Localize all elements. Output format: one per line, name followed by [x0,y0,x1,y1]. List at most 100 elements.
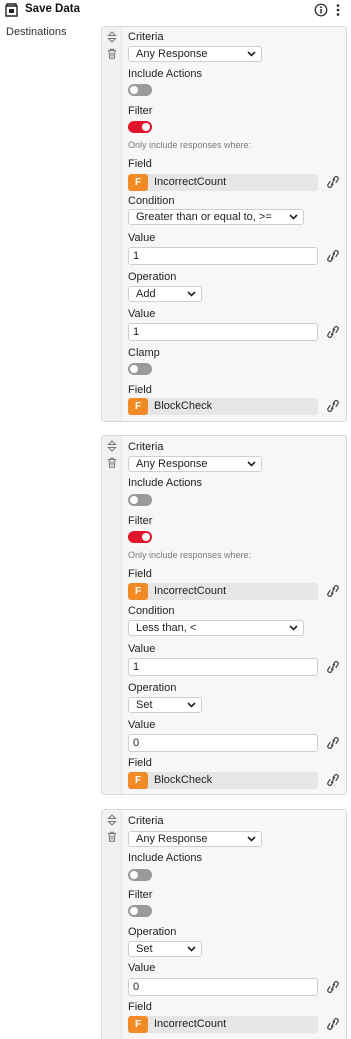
operation-label: Operation [128,926,177,938]
destinations-label: Destinations [6,26,67,38]
trash-icon[interactable] [107,457,117,468]
condition-select[interactable]: Less than, < [128,620,304,636]
operation-value-label: Value [128,962,156,974]
card-handle-bar [102,810,122,1039]
destination-card: Criteria Any Response Include Actions Fi… [101,809,347,1039]
operation-value-input[interactable]: 0 [128,734,318,752]
filter-toggle[interactable] [128,905,152,917]
filter-field-picker[interactable]: F IncorrectCount [128,174,318,191]
condition-value-input[interactable]: 1 [128,247,318,265]
link-icon[interactable] [325,661,341,673]
chevron-down-icon [187,946,196,952]
chevron-down-icon [187,291,196,297]
criteria-value: Any Response [136,458,208,470]
link-icon[interactable] [325,326,341,338]
link-icon[interactable] [325,250,341,262]
card-handle-bar [102,436,122,794]
condition-value-input[interactable]: 1 [128,658,318,676]
filter-hint: Only include responses where: [128,550,252,560]
field-type-badge: F [128,1016,148,1033]
target-field-name: IncorrectCount [154,1018,227,1030]
chevron-down-icon [289,214,298,220]
condition-value: Greater than or equal to, >= [136,211,272,223]
trash-icon[interactable] [107,48,117,59]
chevron-down-icon [289,625,298,631]
operation-value: Add [136,288,156,300]
drag-handle-icon[interactable] [107,31,117,43]
criteria-label: Criteria [128,441,164,453]
chevron-down-icon [247,836,256,842]
more-icon[interactable] [334,3,342,17]
link-icon[interactable] [325,176,341,188]
filter-hint: Only include responses where: [128,140,252,150]
link-icon[interactable] [325,981,341,993]
chevron-down-icon [187,702,196,708]
operation-select[interactable]: Set [128,941,202,957]
filter-toggle[interactable] [128,121,152,133]
criteria-label: Criteria [128,815,164,827]
include-actions-label: Include Actions [128,852,202,864]
operation-value: Set [136,943,153,955]
operation-value-input[interactable]: 1 [128,323,318,341]
filter-label: Filter [128,889,153,901]
target-field-picker[interactable]: F BlockCheck [128,398,318,415]
filter-field-label: Field [128,568,152,580]
panel-header: Save Data [0,0,351,22]
clamp-toggle[interactable] [128,363,152,375]
criteria-value: Any Response [136,48,208,60]
link-icon[interactable] [325,1018,341,1030]
condition-select[interactable]: Greater than or equal to, >= [128,209,304,225]
criteria-select[interactable]: Any Response [128,456,262,472]
include-actions-toggle[interactable] [128,84,152,96]
operation-value-text: 0 [133,737,140,749]
condition-value: Less than, < [136,622,197,634]
chevron-down-icon [247,461,256,467]
operation-label: Operation [128,271,177,283]
target-field-label: Field [128,757,152,769]
destination-card: Criteria Any Response Include Actions Fi… [101,26,347,422]
target-field-label: Field [128,1001,152,1013]
operation-value-text: 1 [133,326,140,338]
operation-value-text: 0 [133,981,140,993]
operation-value-label: Value [128,719,156,731]
field-type-badge: F [128,772,148,789]
field-type-badge: F [128,583,148,600]
include-actions-label: Include Actions [128,477,202,489]
panel-title: Save Data [25,3,80,15]
criteria-select[interactable]: Any Response [128,46,262,62]
field-type-badge: F [128,398,148,415]
operation-value-input[interactable]: 0 [128,978,318,996]
include-actions-label: Include Actions [128,68,202,80]
field-type-badge: F [128,174,148,191]
condition-value-label: Value [128,232,156,244]
info-icon[interactable] [314,3,328,17]
link-icon[interactable] [325,737,341,749]
include-actions-toggle[interactable] [128,869,152,881]
link-icon[interactable] [325,400,341,412]
link-icon[interactable] [325,774,341,786]
include-actions-toggle[interactable] [128,494,152,506]
operation-select[interactable]: Set [128,697,202,713]
operation-label: Operation [128,682,177,694]
filter-field-picker[interactable]: F IncorrectCount [128,583,318,600]
target-field-picker[interactable]: F BlockCheck [128,772,318,789]
operation-value: Set [136,699,153,711]
trash-icon[interactable] [107,831,117,842]
target-field-picker[interactable]: F IncorrectCount [128,1016,318,1033]
drag-handle-icon[interactable] [107,440,117,452]
filter-label: Filter [128,105,153,117]
filter-field-name: IncorrectCount [154,585,227,597]
condition-label: Condition [128,195,175,207]
condition-value-text: 1 [133,250,140,262]
drag-handle-icon[interactable] [107,814,117,826]
criteria-label: Criteria [128,31,164,43]
operation-select[interactable]: Add [128,286,202,302]
filter-field-label: Field [128,158,152,170]
chevron-down-icon [247,51,256,57]
filter-field-name: IncorrectCount [154,176,227,188]
link-icon[interactable] [325,585,341,597]
criteria-select[interactable]: Any Response [128,831,262,847]
condition-value-label: Value [128,643,156,655]
filter-toggle[interactable] [128,531,152,543]
clamp-label: Clamp [128,347,160,359]
